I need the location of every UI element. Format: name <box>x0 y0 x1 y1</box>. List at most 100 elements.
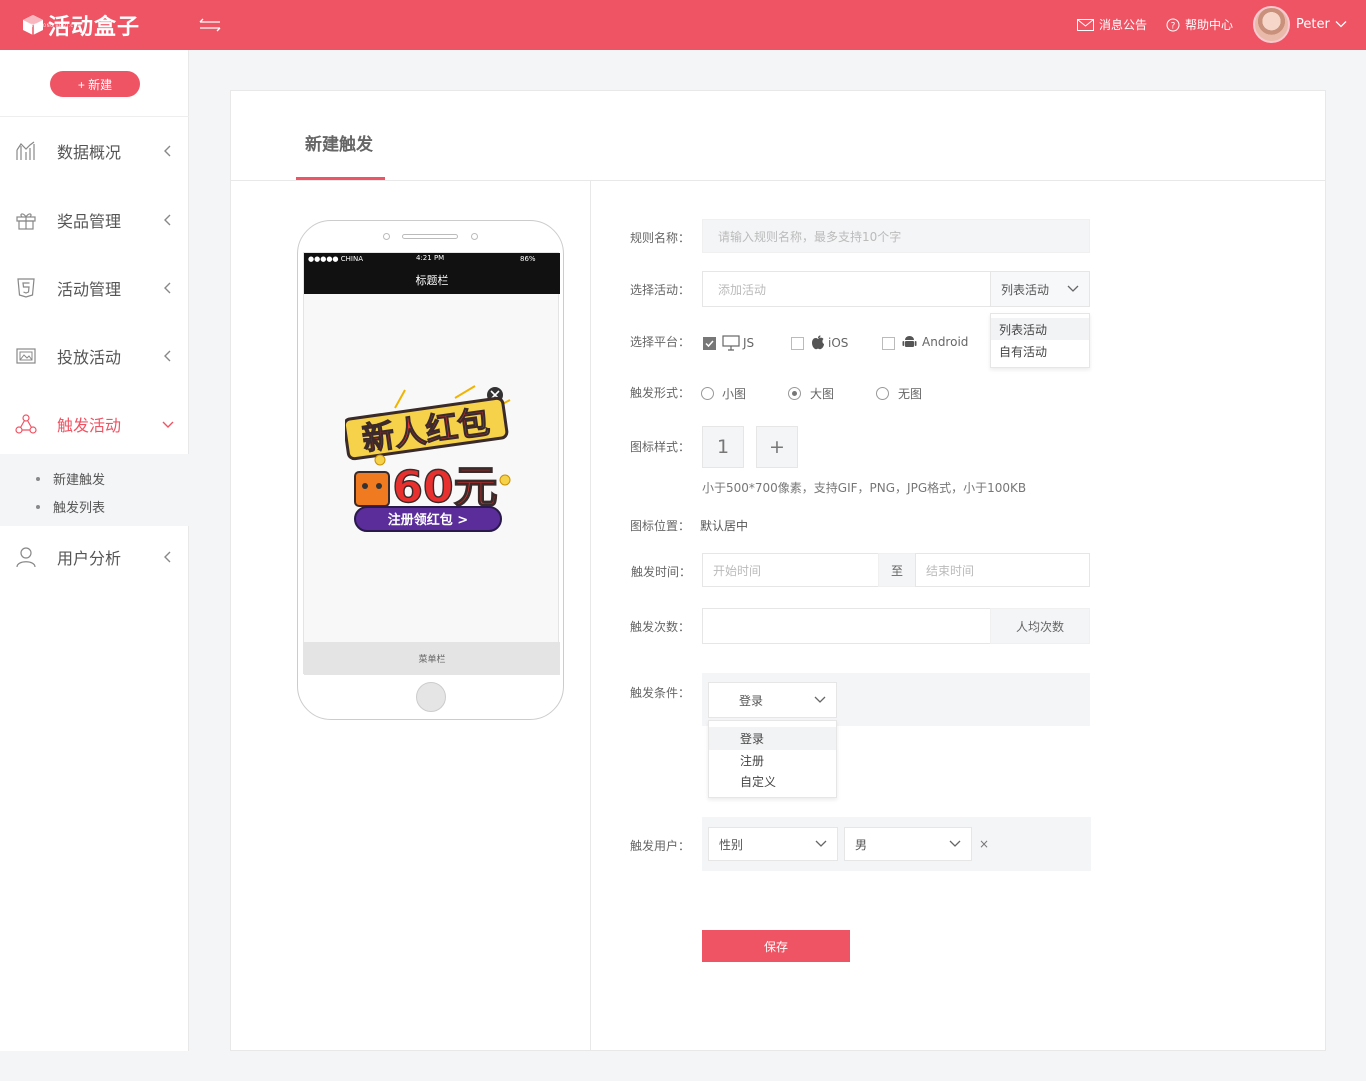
messages-link[interactable]: 消息公告 <box>1077 16 1147 33</box>
sidebar-divider <box>0 116 189 117</box>
platform-name: Android <box>922 334 969 349</box>
condition-select[interactable]: 登录 <box>708 682 837 718</box>
gift-icon <box>16 213 36 230</box>
svg-text:?: ? <box>1171 21 1176 31</box>
sensor-icon <box>471 233 478 240</box>
mail-icon <box>1077 18 1094 31</box>
form-small-radio[interactable] <box>701 387 714 400</box>
icon-style-option[interactable]: 1 <box>702 426 744 468</box>
chevron-left-icon <box>164 214 171 226</box>
user-value: 男 <box>855 837 868 852</box>
sidebar-item-activity-management[interactable]: 活动管理 <box>0 268 189 308</box>
column-divider <box>590 180 591 1051</box>
chevron-left-icon <box>164 145 171 157</box>
speaker-icon <box>402 234 458 239</box>
icon-position-label: 图标位置： <box>630 519 691 533</box>
dropdown-option[interactable]: 登录 <box>709 727 836 750</box>
dropdown-option[interactable]: 自定义 <box>709 771 836 791</box>
avatar[interactable] <box>1253 6 1290 43</box>
carrier-text: ●●●●● CHINA <box>308 255 364 263</box>
monitor-icon <box>722 335 740 351</box>
dropdown-option[interactable]: 自有活动 <box>991 340 1089 362</box>
save-button[interactable]: 保存 <box>702 930 850 962</box>
add-icon-button[interactable]: + <box>756 426 798 468</box>
check-icon <box>705 340 714 348</box>
form-large-label: 大图 <box>810 387 835 401</box>
submenu-item-label: 触发列表 <box>53 501 106 516</box>
apple-icon <box>812 335 824 350</box>
battery-text: 86% <box>520 255 536 263</box>
network-icon <box>15 414 37 434</box>
condition-dropdown: 登录 注册 自定义 <box>708 720 837 798</box>
menu-toggle-icon[interactable] <box>199 18 221 32</box>
logo-subtitle: HUO DONG HE ZI.COM <box>27 23 82 28</box>
help-label: 帮助中心 <box>1185 18 1234 32</box>
trigger-time-label: 触发时间： <box>631 565 692 579</box>
sidebar-item-label: 奖品管理 <box>57 212 122 231</box>
dropdown-option[interactable]: 注册 <box>709 750 836 771</box>
trigger-count-input[interactable] <box>702 608 991 644</box>
home-button <box>416 682 446 712</box>
new-button[interactable]: + 新建 <box>50 71 140 97</box>
chevron-left-icon <box>164 282 171 294</box>
platform-ios-checkbox[interactable] <box>791 337 804 350</box>
status-time: 4:21 PM <box>416 254 445 262</box>
user-value-select[interactable]: 男 <box>844 827 972 861</box>
user-attribute-value: 性别 <box>719 837 744 852</box>
trigger-user-label: 触发用户： <box>630 839 691 853</box>
menu-bar: 菜单栏 <box>304 642 560 675</box>
html5-icon <box>17 278 35 298</box>
red-packet-promo[interactable]: 新人红包 60元 注册领红包 > <box>345 378 520 538</box>
platform-js-checkbox[interactable] <box>703 337 716 350</box>
trigger-condition-label: 触发条件： <box>630 686 691 700</box>
form-small-label: 小图 <box>722 387 747 401</box>
sidebar-item-data-overview[interactable]: 数据概况 <box>0 131 189 171</box>
form-large-radio[interactable] <box>788 387 801 400</box>
platform-android-checkbox[interactable] <box>882 337 895 350</box>
submenu-item-label: 新建触发 <box>53 473 106 488</box>
submenu-item-trigger-list[interactable]: 触发列表 <box>36 497 105 516</box>
sidebar-item-label: 触发活动 <box>57 416 122 435</box>
trigger-count-label: 触发次数： <box>630 620 691 634</box>
help-link[interactable]: ? 帮助中心 <box>1166 16 1233 33</box>
chevron-left-icon <box>164 551 171 563</box>
user-attribute-select[interactable]: 性别 <box>708 827 838 861</box>
sidebar-item-label: 用户分析 <box>57 549 122 568</box>
icon-position-value: 默认居中 <box>700 519 749 533</box>
condition-value: 登录 <box>739 693 764 708</box>
android-icon <box>902 336 917 347</box>
trigger-form-label: 触发形式： <box>630 386 691 400</box>
image-icon <box>16 348 36 364</box>
platform-name: JS <box>743 336 755 350</box>
sidebar-item-label: 投放活动 <box>57 348 122 367</box>
remove-filter-icon[interactable]: × <box>979 837 989 851</box>
icon-style-label: 图标样式： <box>630 440 691 454</box>
platform-name: iOS <box>828 335 849 350</box>
sidebar-item-user-analysis[interactable]: 用户分析 <box>0 537 189 577</box>
count-unit: 人均次数 <box>990 608 1090 644</box>
chevron-down-icon[interactable] <box>1335 18 1347 30</box>
activity-label: 选择活动： <box>630 283 691 297</box>
status-bar: ●●●●● CHINA 4:21 PM 86% 标题栏 <box>304 253 560 294</box>
rule-name-label: 规则名称： <box>630 231 691 245</box>
activity-input[interactable]: 添加活动 <box>702 271 991 307</box>
start-time-input[interactable]: 开始时间 <box>702 553 879 587</box>
submenu-item-new-trigger[interactable]: 新建触发 <box>36 469 105 488</box>
rule-name-input[interactable]: 请输入规则名称，最多支持10个字 <box>702 219 1090 253</box>
sidebar-item-prize-management[interactable]: 奖品管理 <box>0 200 189 240</box>
dropdown-option[interactable]: 列表活动 <box>991 318 1089 340</box>
form-none-label: 无图 <box>898 387 923 401</box>
icon-hint: 小于500*700像素，支持GIF，PNG，JPG格式，小于100KB <box>702 481 1027 495</box>
username[interactable]: Peter <box>1296 17 1330 32</box>
user-icon <box>16 547 36 568</box>
activity-type-dropdown: 列表活动 自有活动 <box>990 313 1090 368</box>
form-none-radio[interactable] <box>876 387 889 400</box>
sidebar-item-label: 活动管理 <box>57 280 122 299</box>
top-header: 活动盒子 HUO DONG HE ZI.COM 消息公告 ? 帮助中心 Pete… <box>0 0 1366 50</box>
activity-type-select[interactable]: 列表活动 <box>990 271 1090 307</box>
end-time-input[interactable]: 结束时间 <box>915 553 1090 587</box>
title-bar-text: 标题栏 <box>415 274 449 287</box>
sidebar-item-deploy-activity[interactable]: 投放活动 <box>0 336 189 376</box>
chevron-down-icon <box>815 840 827 847</box>
sidebar-item-trigger-activity[interactable]: 触发活动 <box>0 404 189 444</box>
